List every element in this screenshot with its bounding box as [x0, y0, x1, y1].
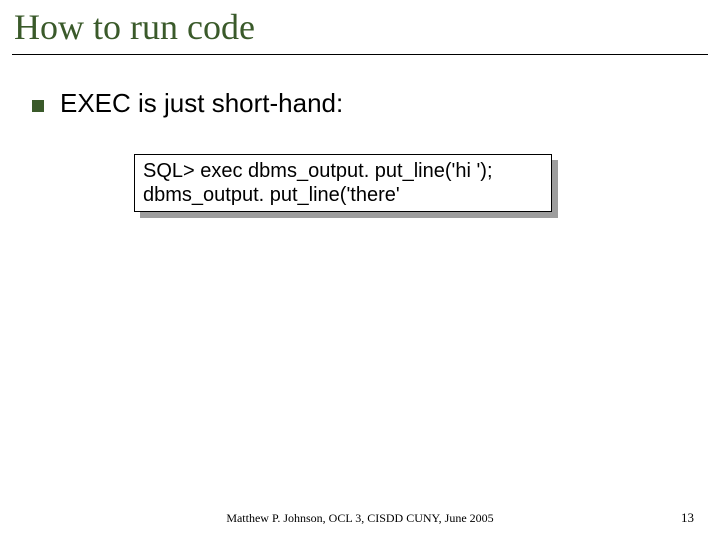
footer-text: Matthew P. Johnson, OCL 3, CISDD CUNY, J… — [0, 511, 720, 526]
slide: How to run code EXEC is just short-hand:… — [0, 0, 720, 540]
bullet-icon — [32, 100, 44, 112]
title-container: How to run code — [12, 6, 708, 55]
code-line-1: SQL> exec dbms_output. put_line('hi '); — [143, 159, 543, 183]
bullet-text: EXEC is just short-hand: — [60, 88, 343, 119]
code-box: SQL> exec dbms_output. put_line('hi '); … — [134, 154, 552, 212]
slide-title: How to run code — [12, 6, 708, 48]
page-number: 13 — [681, 510, 694, 526]
bullet-row: EXEC is just short-hand: — [32, 88, 343, 119]
code-line-2: dbms_output. put_line('there' — [143, 183, 543, 207]
